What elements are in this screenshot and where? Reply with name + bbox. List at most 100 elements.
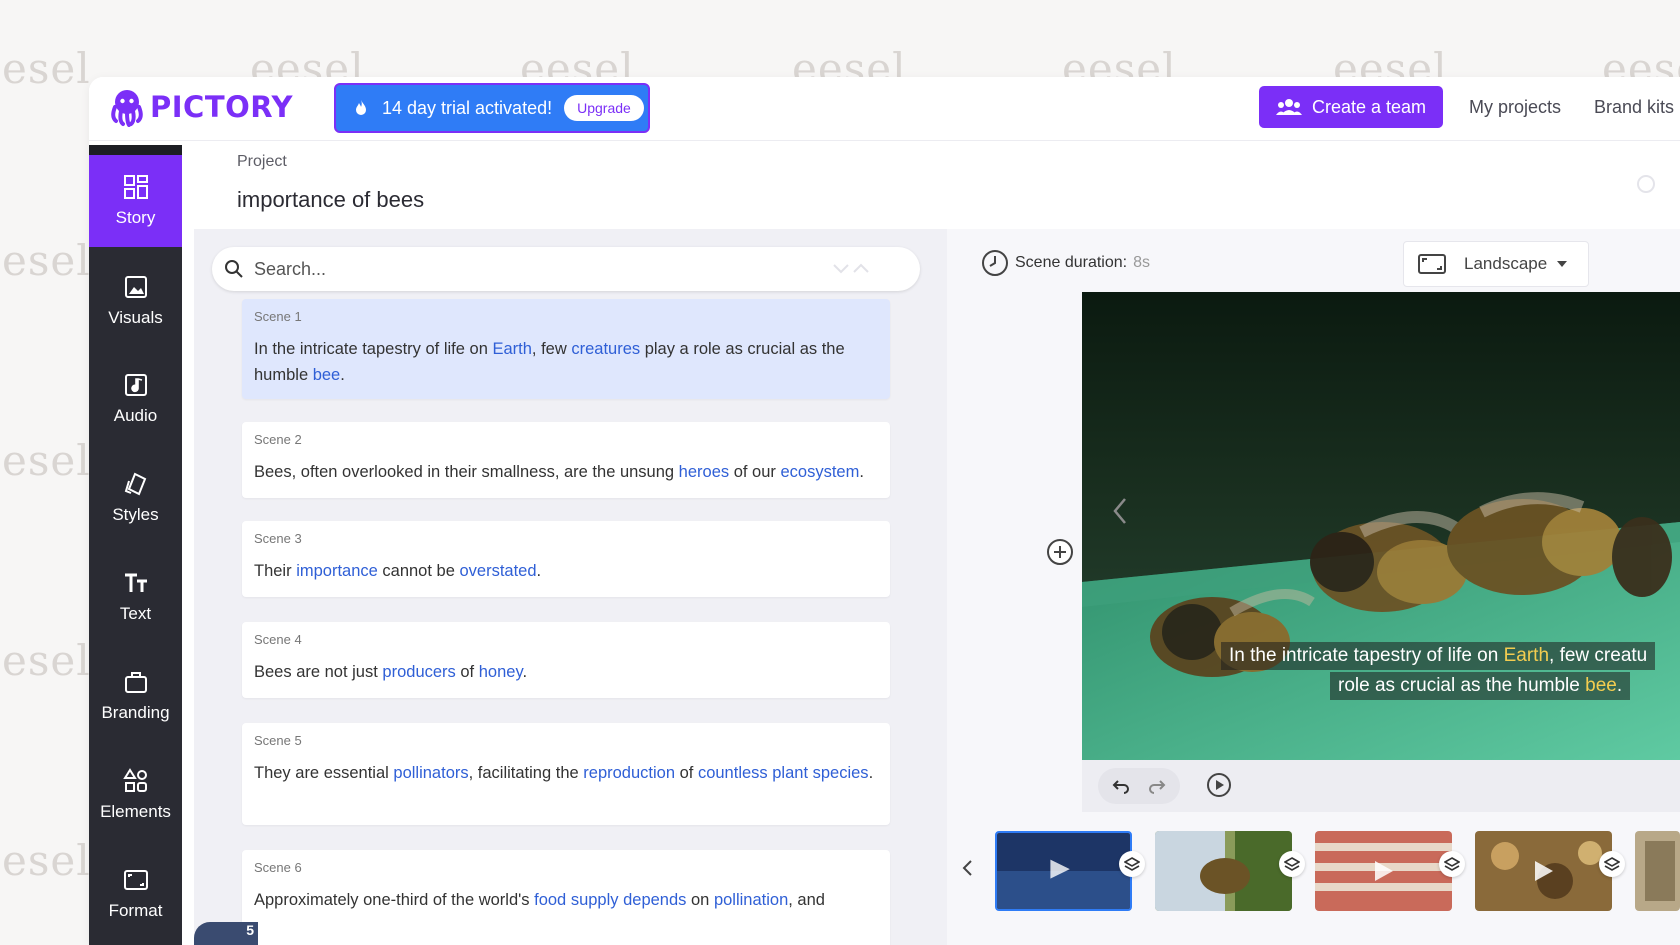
- sidebar-item-label: Branding: [101, 703, 170, 722]
- create-team-button[interactable]: Create a team: [1259, 86, 1443, 128]
- timeline-thumb-4[interactable]: [1475, 831, 1612, 911]
- timeline-thumb-5[interactable]: [1635, 831, 1680, 911]
- scene-list-panel: Scene 1 In the intricate tapestry of lif…: [194, 229, 947, 945]
- timeline-thumb-2[interactable]: [1155, 831, 1292, 911]
- clock-icon: [982, 250, 1008, 276]
- add-scene-icon[interactable]: [1045, 537, 1075, 567]
- sidebar-item-label: Visuals: [108, 308, 163, 327]
- logo-text: PICTORY: [150, 90, 294, 124]
- sidebar-item-story[interactable]: Story: [89, 155, 182, 247]
- sidebar-item-label: Styles: [112, 505, 159, 524]
- sidebar-item-audio[interactable]: Audio: [89, 353, 182, 445]
- watermark-text: esel: [2, 836, 91, 885]
- redo-icon[interactable]: [1148, 778, 1166, 794]
- grid-icon: [123, 175, 148, 199]
- timeline-prev-icon[interactable]: [961, 859, 973, 877]
- caret-down-icon: [1557, 261, 1568, 267]
- layers-icon: [1603, 857, 1621, 871]
- layers-button[interactable]: [1279, 851, 1305, 877]
- palette-icon: [124, 472, 146, 496]
- sidebar-item-branding[interactable]: Branding: [89, 650, 182, 742]
- timeline-thumb-3[interactable]: [1315, 831, 1452, 911]
- video-preview[interactable]: In the intricate tapestry of life on Ear…: [1082, 292, 1680, 760]
- nav-brand-kits[interactable]: Brand kits: [1594, 97, 1674, 118]
- layers-icon: [1283, 857, 1301, 871]
- layers-button[interactable]: [1599, 851, 1625, 877]
- project-title[interactable]: importance of bees: [237, 187, 424, 213]
- scene-card-6[interactable]: Scene 6 Approximately one-third of the w…: [242, 850, 890, 945]
- sidebar-item-label: Story: [115, 208, 156, 227]
- scene-text[interactable]: Bees are not just producers of honey.: [254, 659, 878, 685]
- thumbnail-image: [1315, 831, 1452, 911]
- sidebar-item-label: Elements: [100, 802, 171, 821]
- undo-icon[interactable]: [1112, 778, 1130, 794]
- layers-icon: [1123, 857, 1141, 871]
- create-team-label: Create a team: [1311, 96, 1427, 117]
- sync-icon: [1637, 175, 1655, 193]
- duration-value: 8s: [1133, 254, 1150, 271]
- watermark-text: esel: [2, 636, 91, 685]
- timeline-thumb-1[interactable]: [995, 831, 1132, 911]
- trial-banner: 14 day trial activated! Upgrade: [334, 83, 650, 133]
- briefcase-icon: [124, 672, 147, 693]
- thumbnail-image: [997, 833, 1130, 909]
- top-bar: PICTORY 14 day trial activated! Upgrade …: [89, 77, 1680, 141]
- scene-count-badge[interactable]: 5: [194, 922, 258, 945]
- scene-text[interactable]: Approximately one-third of the world's f…: [254, 887, 878, 913]
- scene-number: Scene 6: [254, 860, 302, 875]
- left-sidebar: Story Visuals Audio Styles Text Branding…: [89, 145, 182, 945]
- aspect-ratio-dropdown[interactable]: Landscape: [1403, 241, 1589, 287]
- scene-number: Scene 3: [254, 531, 302, 546]
- sidebar-item-label: Audio: [113, 406, 158, 425]
- chevron-updown-icon[interactable]: [832, 261, 870, 275]
- play-icon[interactable]: [1206, 772, 1232, 798]
- scene-number: Scene 1: [254, 309, 302, 324]
- scene-duration[interactable]: Scene duration: 8s: [981, 249, 1150, 277]
- duration-label: Scene duration:: [1015, 254, 1128, 271]
- octopus-logo-icon: [111, 90, 143, 127]
- search-input[interactable]: [254, 258, 814, 280]
- layers-button[interactable]: [1119, 851, 1145, 877]
- users-icon: [1275, 99, 1302, 115]
- watermark-text: esel: [2, 44, 91, 93]
- scene-number: Scene 2: [254, 432, 302, 447]
- scene-text[interactable]: Their importance cannot be overstated.: [254, 558, 878, 584]
- previous-scene-icon[interactable]: [1112, 497, 1128, 525]
- watermark-text: esel: [2, 436, 91, 485]
- upgrade-button[interactable]: Upgrade: [564, 95, 644, 121]
- thumbnail-image: [1155, 831, 1292, 911]
- scene-card-4[interactable]: Scene 4 Bees are not just producers of h…: [242, 622, 890, 698]
- scene-card-1[interactable]: Scene 1 In the intricate tapestry of lif…: [242, 299, 890, 399]
- shapes-icon: [122, 768, 147, 792]
- sidebar-item-styles[interactable]: Styles: [89, 452, 182, 544]
- scene-text[interactable]: Bees, often overlooked in their smallnes…: [254, 459, 878, 485]
- sidebar-item-elements[interactable]: Elements: [89, 749, 182, 841]
- sidebar-item-format[interactable]: Format: [89, 848, 182, 940]
- pictory-logo[interactable]: PICTORY: [107, 87, 293, 127]
- search-icon: [225, 260, 243, 278]
- caption-line-1: In the intricate tapestry of life on Ear…: [1221, 642, 1656, 670]
- scene-card-3[interactable]: Scene 3 Their importance cannot be overs…: [242, 521, 890, 597]
- text-icon: [124, 573, 147, 592]
- layers-button[interactable]: [1439, 851, 1465, 877]
- sidebar-item-visuals[interactable]: Visuals: [89, 255, 182, 347]
- music-icon: [124, 374, 147, 396]
- scene-card-2[interactable]: Scene 2 Bees, often overlooked in their …: [242, 422, 890, 498]
- undo-redo-group: [1098, 768, 1180, 804]
- aspect-label: Landscape: [1464, 254, 1548, 273]
- scene-card-5[interactable]: Scene 5 They are essential pollinators, …: [242, 723, 890, 825]
- scene-timeline: [947, 831, 1680, 945]
- sidebar-item-text[interactable]: Text: [89, 551, 182, 643]
- scene-text[interactable]: They are essential pollinators, facilita…: [254, 760, 878, 786]
- thumbnail-image: [1635, 831, 1680, 911]
- trial-text: 14 day trial activated!: [382, 97, 553, 118]
- scene-number: Scene 5: [254, 733, 302, 748]
- thumbnail-image: [1475, 831, 1612, 911]
- aspect-ratio-icon: [123, 870, 148, 890]
- sidebar-item-label: Text: [119, 604, 152, 623]
- nav-my-projects[interactable]: My projects: [1469, 97, 1561, 118]
- landscape-icon: [1418, 254, 1446, 274]
- search-bar: [212, 247, 920, 291]
- sidebar-item-label: Format: [108, 901, 163, 920]
- scene-text[interactable]: In the intricate tapestry of life on Ear…: [254, 336, 878, 388]
